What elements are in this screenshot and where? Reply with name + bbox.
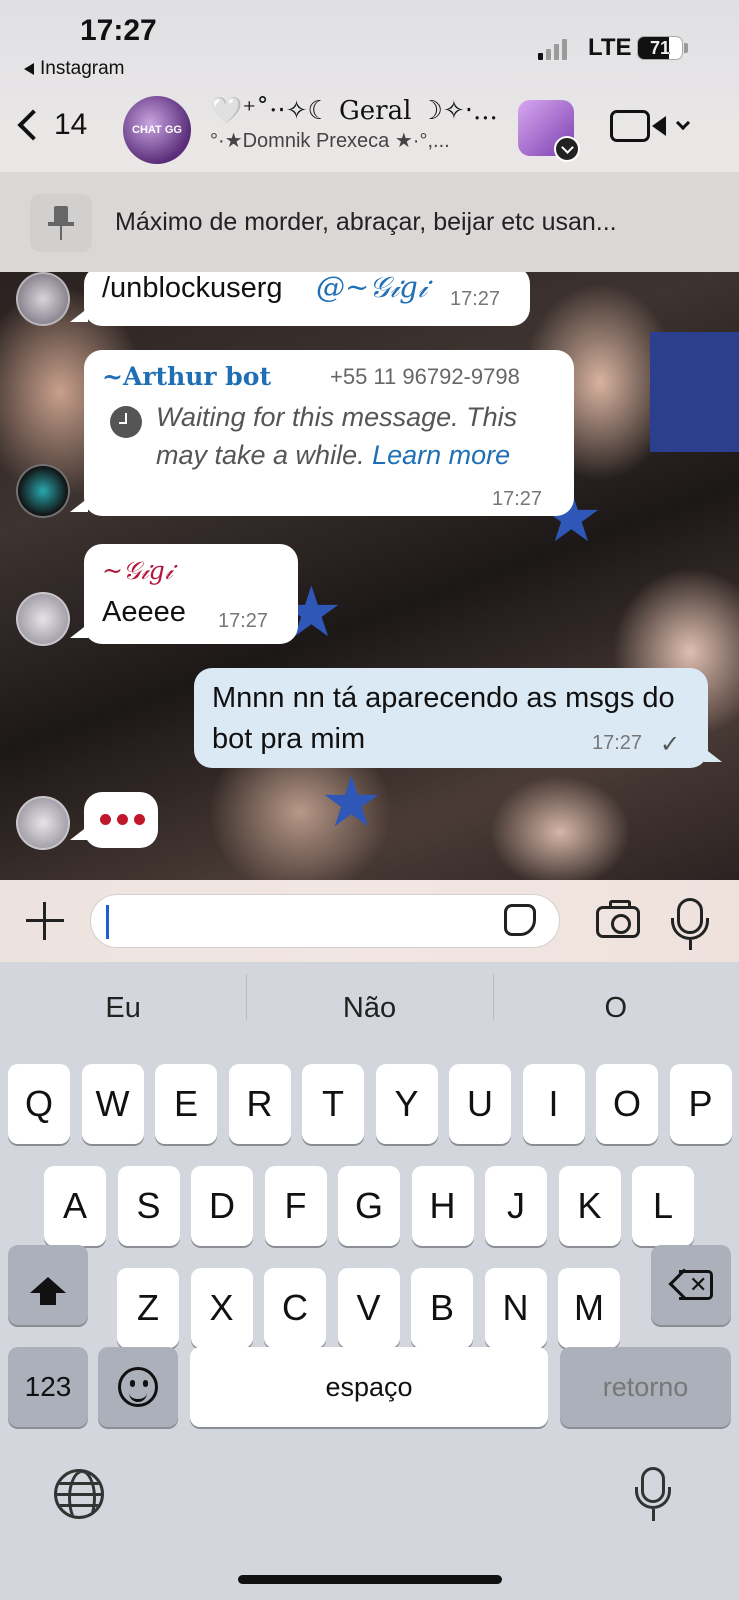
back-button[interactable]: 14 [14, 108, 87, 142]
key-o[interactable]: O [596, 1064, 658, 1144]
avatar[interactable] [16, 592, 70, 646]
sticker-icon[interactable] [504, 904, 536, 936]
key-e[interactable]: E [155, 1064, 217, 1144]
key-m[interactable]: M [558, 1268, 620, 1348]
sender-phone: +55 11 96792-9798 [330, 364, 520, 389]
pinned-message-text: Máximo de morder, abraçar, beijar etc us… [115, 208, 617, 236]
text-caret [106, 905, 109, 939]
key-k[interactable]: K [558, 1166, 621, 1246]
wallpaper-decoration [650, 332, 739, 452]
outgoing-message-bubble[interactable]: Mnnn nn tá aparecendo as msgs do bot pra… [194, 668, 708, 768]
backspace-icon: ✕ [668, 1268, 713, 1300]
autocomplete-bar: Eu Não O [0, 962, 739, 1054]
message-bubble[interactable]: /unblockuserg @~𝒢𝒾𝑔𝒾 17:27 [84, 272, 530, 326]
key-p[interactable]: P [669, 1064, 732, 1144]
typing-indicator [84, 792, 158, 848]
message-time: 17:27 [450, 288, 501, 310]
sent-check-icon: ✓ [660, 731, 681, 758]
unread-count: 14 [54, 108, 88, 141]
chevron-down-icon [675, 115, 691, 131]
avatar[interactable] [16, 464, 70, 518]
clock-icon [110, 406, 142, 438]
member-avatar[interactable] [518, 100, 580, 162]
key-b[interactable]: B [411, 1268, 473, 1348]
back-to-app-link[interactable]: Instagram [24, 58, 124, 80]
backspace-key[interactable]: ✕ [651, 1245, 731, 1325]
shift-key[interactable] [8, 1245, 88, 1325]
return-key[interactable]: retorno [560, 1347, 731, 1427]
mention-link[interactable]: @~𝒢𝒾𝑔𝒾 [316, 272, 427, 305]
key-x[interactable]: X [190, 1268, 253, 1348]
shift-arrow-icon [30, 1277, 66, 1305]
chevron-down-badge-icon [554, 136, 580, 162]
key-y[interactable]: Y [375, 1064, 438, 1144]
message-time: 17:27 [592, 732, 643, 754]
message-time: 17:27 [492, 488, 543, 510]
key-f[interactable]: F [264, 1166, 327, 1246]
signal-icon [538, 38, 567, 60]
message-time: 17:27 [218, 610, 269, 632]
chat-title-block[interactable]: 🤍⁺˚·‧✧☾ Geral ☽✧‧... °·★Domnik Prexeca ★… [210, 96, 500, 153]
battery-icon: 71 [637, 36, 683, 60]
key-j[interactable]: J [485, 1166, 547, 1246]
key-s[interactable]: S [117, 1166, 180, 1246]
key-z[interactable]: Z [117, 1268, 179, 1348]
key-u[interactable]: U [449, 1064, 511, 1144]
chat-subtitle: °·★Domnik Prexeca ★·°,... [210, 130, 450, 152]
sender-name[interactable]: ~Arthur bot [102, 362, 271, 391]
globe-icon[interactable] [54, 1469, 104, 1519]
typing-dots-icon [100, 814, 145, 825]
suggestion[interactable]: Eu [0, 992, 246, 1025]
star-decoration: ★ [320, 763, 383, 841]
status-time: 17:27 [80, 14, 157, 47]
key-w[interactable]: W [81, 1064, 144, 1144]
video-call-button[interactable] [610, 110, 691, 142]
attach-plus-icon[interactable] [26, 902, 64, 940]
message-bubble[interactable]: ~𝒢𝒾𝑔𝒾 Aeeee 17:27 [84, 544, 298, 644]
key-d[interactable]: D [191, 1166, 253, 1246]
key-l[interactable]: L [632, 1166, 694, 1246]
suggestion[interactable]: O [492, 973, 739, 1025]
avatar[interactable] [16, 272, 70, 326]
key-v[interactable]: V [337, 1268, 400, 1348]
group-avatar-text: CHAT GG [132, 124, 182, 136]
key-a[interactable]: A [44, 1166, 106, 1246]
battery-level: 71 [649, 38, 671, 58]
message-bubble[interactable]: ~Arthur bot +55 11 96792-9798 Waiting fo… [84, 350, 574, 516]
key-h[interactable]: H [411, 1166, 474, 1246]
key-c[interactable]: C [264, 1268, 326, 1348]
camera-icon[interactable] [596, 900, 640, 938]
key-n[interactable]: N [484, 1268, 547, 1348]
learn-more-link[interactable]: Learn more [372, 440, 510, 470]
sender-name[interactable]: ~𝒢𝒾𝑔𝒾 [102, 556, 173, 586]
chat-title: 🤍⁺˚·‧✧☾ Geral ☽✧‧... [210, 96, 498, 126]
message-text: Aeeee [102, 596, 186, 628]
home-indicator[interactable] [238, 1575, 502, 1584]
network-label: LTE [588, 34, 632, 61]
pin-icon [30, 194, 92, 252]
top-bar: 17:27 Instagram LTE 71 14 CHAT GG 🤍⁺˚·‧✧… [0, 0, 739, 172]
pinned-message-bar[interactable]: Máximo de morder, abraçar, beijar etc us… [0, 172, 739, 272]
avatar[interactable] [16, 796, 70, 850]
message-input[interactable] [90, 894, 560, 948]
key-r[interactable]: R [228, 1064, 291, 1144]
key-q[interactable]: Q [8, 1064, 70, 1144]
key-i[interactable]: I [522, 1064, 585, 1144]
chat-messages-area[interactable]: ★ ★ ★ /unblockuserg @~𝒢𝒾𝑔𝒾 17:27 ~Arthur… [0, 272, 739, 880]
battery-cap [684, 43, 688, 53]
back-triangle-icon [24, 63, 34, 75]
chevron-left-icon [17, 109, 49, 141]
key-g[interactable]: G [338, 1166, 400, 1246]
emoji-icon [118, 1367, 158, 1407]
emoji-key[interactable] [98, 1347, 178, 1427]
group-avatar[interactable]: CHAT GG [123, 96, 191, 164]
numbers-key[interactable]: 123 [8, 1347, 88, 1427]
suggestion[interactable]: Não [246, 973, 492, 1025]
video-camera-icon [610, 110, 650, 142]
message-text: /unblockuserg [102, 272, 283, 304]
key-t[interactable]: T [302, 1064, 364, 1144]
space-key[interactable]: espaço [190, 1347, 548, 1427]
back-app-label: Instagram [40, 58, 125, 79]
message-composer [0, 880, 739, 962]
